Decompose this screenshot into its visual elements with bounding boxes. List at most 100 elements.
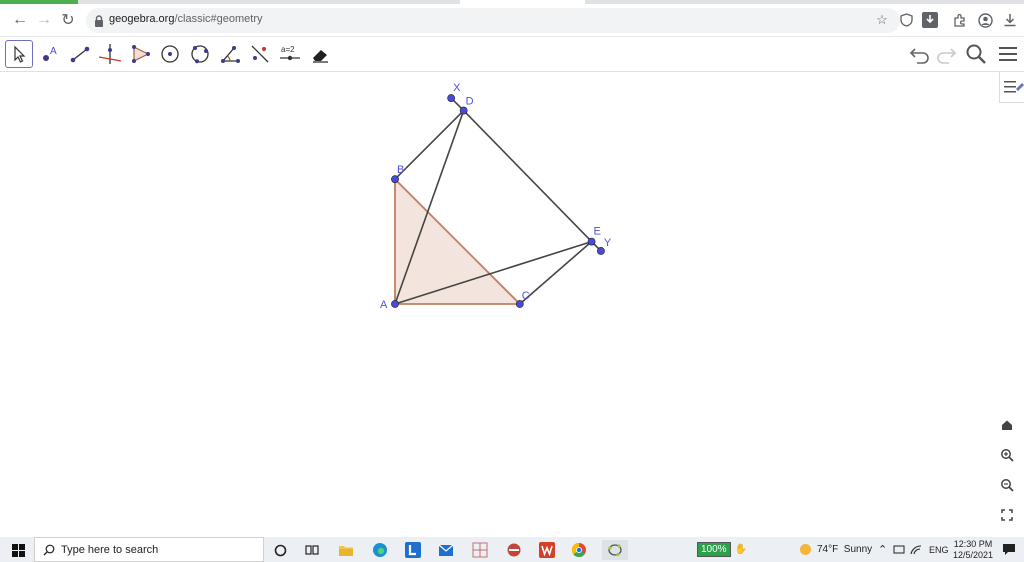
puzzle-icon (954, 13, 965, 27)
point-label-x: X (453, 82, 461, 94)
office-taskbar-button[interactable] (537, 540, 557, 560)
grid-app-icon (472, 542, 488, 558)
weather-widget[interactable]: 74°F Sunny (800, 537, 872, 562)
back-button[interactable]: ← (10, 10, 30, 30)
segment-tool-button[interactable] (66, 40, 94, 68)
polygon-tool-icon (132, 45, 150, 63)
point-label-a: A (380, 299, 388, 311)
back-arrow-icon: ← (12, 11, 28, 28)
browser-address-bar: ← → ↻ geogebra.org/classic#geometry ☆ (0, 4, 1024, 37)
downloads-button[interactable] (1002, 12, 1018, 28)
extension-shield-button[interactable] (898, 12, 914, 28)
point-d[interactable] (459, 106, 468, 115)
point-label-b: B (397, 164, 404, 176)
fullscreen-button[interactable] (996, 504, 1018, 526)
taskbar-search-box[interactable]: Type here to search (34, 537, 264, 562)
point-tool-button[interactable]: A (36, 40, 64, 68)
circle-center-point-tool-button[interactable] (156, 40, 184, 68)
lock-icon (95, 15, 103, 27)
angle-tool-button[interactable] (216, 40, 244, 68)
l-app-taskbar-button[interactable] (403, 540, 423, 560)
geogebra-taskbar-button[interactable] (602, 540, 628, 560)
redo-icon (937, 48, 957, 64)
move-tool-button[interactable] (5, 40, 33, 68)
mail-taskbar-button[interactable] (436, 540, 456, 560)
zoom-out-button[interactable] (996, 474, 1018, 496)
sun-icon (800, 544, 811, 555)
graphics-view[interactable]: A B C D E X Y (0, 72, 1024, 536)
url-field[interactable]: geogebra.org/classic#geometry (86, 8, 900, 33)
reflect-tool-button[interactable] (246, 40, 274, 68)
move-tool-icon (14, 45, 26, 63)
search-placeholder: Type here to search (61, 544, 159, 556)
notifications-button[interactable] (1002, 537, 1016, 562)
geogebra-toolbar: A a=2 (0, 37, 1024, 72)
construction-canvas[interactable]: A B C D E X Y (0, 72, 1024, 536)
slider-tool-label: a=2 (281, 45, 295, 54)
search-button[interactable] (962, 40, 990, 68)
display-icon[interactable] (893, 545, 905, 555)
mail-icon (438, 544, 454, 556)
circle-three-points-tool-button[interactable] (186, 40, 214, 68)
point-e[interactable] (587, 237, 596, 246)
forward-arrow-icon: → (36, 11, 52, 28)
segment-de[interactable] (463, 110, 593, 243)
task-view-button[interactable] (302, 540, 322, 560)
polygon-tool-button[interactable] (126, 40, 154, 68)
point-label-y: Y (604, 237, 612, 249)
main-menu-button[interactable] (994, 40, 1022, 68)
zoom-out-icon (1001, 479, 1014, 492)
download-extension-button[interactable] (922, 12, 938, 28)
segment-ce[interactable] (519, 240, 593, 305)
notification-icon (1003, 544, 1015, 555)
eraser-tool-button[interactable] (306, 40, 334, 68)
windows-taskbar: Type here to search 100% ✋ 74°F Sunny ⌃ (0, 537, 1024, 562)
segment-bd[interactable] (394, 109, 465, 180)
zoom-in-button[interactable] (996, 444, 1018, 466)
extensions-button[interactable] (952, 12, 968, 28)
battery-indicator[interactable]: 100% ✋ (697, 537, 747, 562)
snip-app-icon (507, 543, 521, 557)
triangle-abc[interactable] (394, 177, 522, 305)
edge-taskbar-button[interactable] (370, 540, 390, 560)
redo-button[interactable] (932, 40, 960, 68)
edge-browser-icon (373, 543, 387, 557)
point-x[interactable] (447, 94, 456, 102)
chevron-up-icon[interactable]: ⌃ (878, 543, 887, 556)
perpendicular-line-tool-button[interactable] (96, 40, 124, 68)
start-button[interactable] (8, 540, 28, 560)
zoom-in-icon (1001, 449, 1014, 462)
file-explorer-taskbar-button[interactable] (336, 540, 356, 560)
hand-cursor-icon: ✋ (734, 544, 748, 555)
clock[interactable]: 12:30 PM 12/5/2021 (953, 537, 993, 562)
standard-view-button[interactable] (996, 414, 1018, 436)
windows-logo-icon (11, 543, 25, 557)
svg-text:A: A (50, 46, 57, 57)
circle-three-points-tool-icon (191, 45, 209, 64)
point-label-c: C (522, 290, 530, 302)
language-indicator[interactable]: ENG (929, 537, 949, 562)
bookmark-star-button[interactable]: ☆ (874, 12, 890, 28)
download-arrow-icon (926, 15, 934, 24)
wifi-icon[interactable] (910, 544, 922, 555)
forward-button[interactable]: → (34, 10, 54, 30)
cortana-circle-icon (274, 544, 286, 556)
geogebra-app-icon (608, 544, 622, 557)
profile-button[interactable] (977, 12, 993, 28)
point-b[interactable] (391, 175, 399, 184)
point-a[interactable] (391, 300, 399, 308)
hamburger-menu-icon (999, 47, 1017, 61)
snip-app-taskbar-button[interactable] (504, 540, 524, 560)
reflect-tool-icon (251, 45, 269, 63)
slider-tool-button[interactable]: a=2 (276, 40, 304, 68)
undo-button[interactable] (906, 40, 934, 68)
search-icon (43, 544, 55, 556)
cortana-button[interactable] (270, 540, 290, 560)
grid-app-taskbar-button[interactable] (470, 540, 490, 560)
algebra-view-toggle[interactable] (999, 72, 1024, 103)
perpendicular-line-tool-icon (98, 44, 122, 64)
point-tool-icon: A (43, 46, 57, 61)
download-icon (1004, 14, 1016, 27)
chrome-taskbar-button[interactable] (569, 540, 589, 560)
reload-button[interactable]: ↻ (58, 10, 78, 30)
